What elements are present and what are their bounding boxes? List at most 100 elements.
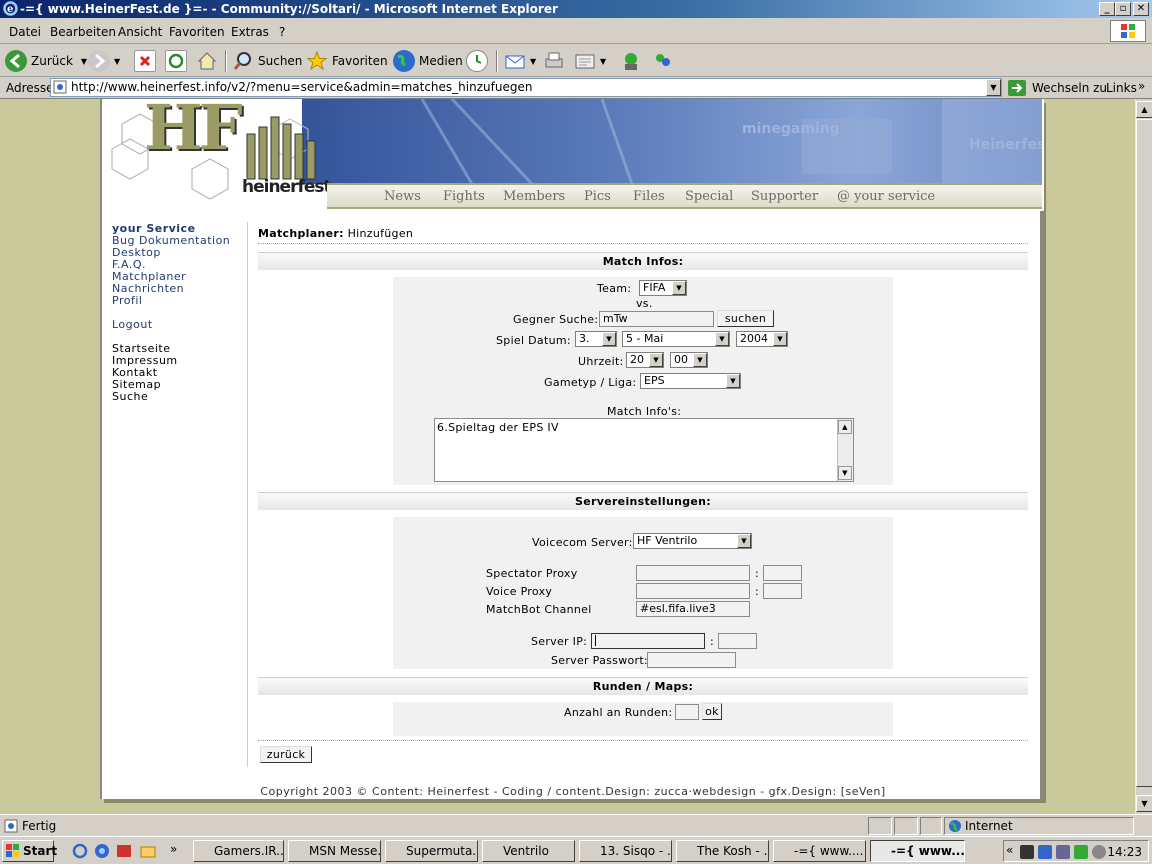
- contacts-icon: [652, 50, 674, 72]
- tray-monitor-icon[interactable]: [1038, 845, 1052, 859]
- page-scrollbar[interactable]: ▲ ▼: [1135, 99, 1152, 814]
- scroll-thumb[interactable]: [1136, 119, 1152, 787]
- tray-app-icon[interactable]: [1056, 845, 1070, 859]
- taskbar-item-gamers[interactable]: Gamers.IR...: [193, 840, 284, 862]
- matchbot-channel-input[interactable]: #esl.fifa.live3: [636, 601, 750, 617]
- nav-fights[interactable]: Fights: [443, 189, 485, 204]
- home-button[interactable]: [196, 49, 222, 73]
- scroll-up-icon[interactable]: ▲: [838, 420, 852, 434]
- search-button[interactable]: Suchen: [232, 49, 302, 73]
- scroll-up-icon[interactable]: ▲: [1136, 101, 1152, 118]
- contacts-button[interactable]: [652, 49, 678, 73]
- chevron-right-icon[interactable]: »: [170, 842, 177, 856]
- minute-select[interactable]: 00 ▼: [670, 352, 708, 368]
- close-button[interactable]: ✕: [1133, 2, 1149, 16]
- sidebar-item-logout[interactable]: Logout: [112, 319, 247, 331]
- mail-dropdown-icon[interactable]: ▼: [530, 57, 536, 66]
- taskbar-item-heinerfest-1[interactable]: -={ www....: [773, 840, 866, 862]
- refresh-button[interactable]: [165, 49, 191, 73]
- divider: [258, 740, 1028, 741]
- stop-button[interactable]: [134, 49, 160, 73]
- opponent-search-input[interactable]: mTw: [599, 311, 714, 327]
- chevron-right-icon[interactable]: »: [1138, 79, 1145, 93]
- nav-files[interactable]: Files: [633, 189, 665, 204]
- search-opponent-button[interactable]: suchen: [717, 310, 774, 327]
- mail-button[interactable]: ▼: [504, 49, 536, 73]
- media-button[interactable]: Medien: [393, 49, 463, 73]
- edit-dropdown-icon[interactable]: ▼: [600, 57, 606, 66]
- textarea-scrollbar[interactable]: ▲ ▼: [837, 419, 853, 481]
- taskbar-item-msn[interactable]: MSN Messe...: [288, 840, 381, 862]
- server-ip-input[interactable]: [591, 633, 705, 649]
- go-button[interactable]: Wechseln zu: [1008, 80, 1107, 96]
- favorites-button[interactable]: Favoriten: [306, 49, 388, 73]
- scroll-down-icon[interactable]: ▼: [838, 466, 852, 480]
- menu-ansicht[interactable]: Ansicht: [118, 25, 162, 39]
- back-page-button[interactable]: zurück: [260, 746, 312, 763]
- tray-expand-icon[interactable]: «: [1006, 843, 1013, 857]
- minimize-button[interactable]: _: [1099, 2, 1115, 16]
- voice-proxy-input[interactable]: [636, 583, 750, 599]
- forward-dropdown-icon[interactable]: ▼: [114, 57, 120, 66]
- nav-news[interactable]: News: [384, 189, 421, 204]
- taskbar-item-ventrilo[interactable]: Ventrilo: [482, 840, 575, 862]
- site-logo[interactable]: HF: [144, 99, 243, 164]
- task-label: Gamers.IR...: [214, 844, 284, 858]
- month-select[interactable]: 5 - Mai ▼: [622, 331, 730, 347]
- maximize-button[interactable]: ▫: [1115, 2, 1131, 16]
- gametype-select[interactable]: EPS ▼: [640, 373, 741, 389]
- menu-datei[interactable]: Datei: [9, 25, 41, 39]
- spectator-proxy-input[interactable]: [636, 565, 750, 581]
- server-port-input[interactable]: [718, 633, 757, 649]
- quicklaunch-ie-icon[interactable]: [72, 843, 88, 862]
- print-button[interactable]: [543, 49, 569, 73]
- address-input[interactable]: http://www.heinerfest.info/v2/?menu=serv…: [50, 78, 1002, 97]
- nav-special[interactable]: Special: [685, 189, 733, 204]
- back-button[interactable]: Zurück ▼: [5, 49, 87, 73]
- taskbar-item-supermuta[interactable]: Supermuta...: [385, 840, 478, 862]
- quicklaunch-folder-icon[interactable]: [140, 843, 156, 862]
- team-select[interactable]: FIFA ▼: [639, 280, 687, 296]
- tray-network-icon[interactable]: [1020, 845, 1034, 859]
- hour-select[interactable]: 20 ▼: [626, 352, 664, 368]
- menu-bearbeiten[interactable]: Bearbeiten: [50, 25, 116, 39]
- server-password-input[interactable]: [647, 652, 736, 668]
- taskbar-item-kosh[interactable]: The Kosh - ...: [676, 840, 769, 862]
- edit-button[interactable]: ▼: [574, 49, 606, 73]
- spectator-port-input[interactable]: [763, 565, 802, 581]
- links-button[interactable]: Links: [1106, 81, 1137, 95]
- menu-extras[interactable]: Extras: [231, 25, 269, 39]
- messenger-icon: [620, 50, 642, 72]
- nav-members[interactable]: Members: [503, 189, 565, 204]
- day-select[interactable]: 3. ▼: [575, 331, 617, 347]
- voice-port-input[interactable]: [763, 583, 802, 599]
- svg-text:e: e: [7, 4, 13, 15]
- forward-button[interactable]: ▼: [88, 49, 120, 73]
- section-server: Servereinstellungen:: [258, 492, 1028, 510]
- nav-your-service[interactable]: @ your service: [837, 189, 935, 204]
- rounds-count-input[interactable]: [675, 704, 699, 720]
- quicklaunch-browser-icon[interactable]: [94, 843, 110, 862]
- history-button[interactable]: [466, 49, 492, 73]
- voicecom-select[interactable]: HF Ventrilo ▼: [633, 533, 752, 549]
- sidebar-item-suche[interactable]: Suche: [112, 391, 247, 403]
- match-info-textarea[interactable]: 6.Spieltag der EPS IV ▲ ▼: [434, 418, 854, 482]
- start-button[interactable]: Start: [2, 840, 57, 862]
- messenger-button[interactable]: [620, 49, 646, 73]
- nav-supporter[interactable]: Supporter: [751, 189, 818, 204]
- rounds-ok-button[interactable]: ok: [702, 703, 722, 720]
- back-dropdown-icon[interactable]: ▼: [81, 57, 87, 66]
- menu-help[interactable]: ?: [279, 25, 285, 39]
- voicecom-value: HF Ventrilo: [637, 534, 698, 547]
- quicklaunch-media-icon[interactable]: [116, 843, 132, 862]
- year-select[interactable]: 2004 ▼: [736, 331, 788, 347]
- menu-favoriten[interactable]: Favoriten: [169, 25, 225, 39]
- taskbar-item-sisqo[interactable]: 13. Sisqo - ...: [579, 840, 672, 862]
- scroll-down-icon[interactable]: ▼: [1136, 795, 1152, 812]
- tray-messenger-icon[interactable]: [1074, 845, 1088, 859]
- taskbar-item-heinerfest-2[interactable]: -={ www....: [870, 840, 965, 862]
- sidebar-item-profil[interactable]: Profil: [112, 295, 247, 307]
- nav-pics[interactable]: Pics: [584, 189, 611, 204]
- address-dropdown-icon[interactable]: ▼: [986, 79, 1001, 96]
- tray-volume-icon[interactable]: [1092, 845, 1106, 859]
